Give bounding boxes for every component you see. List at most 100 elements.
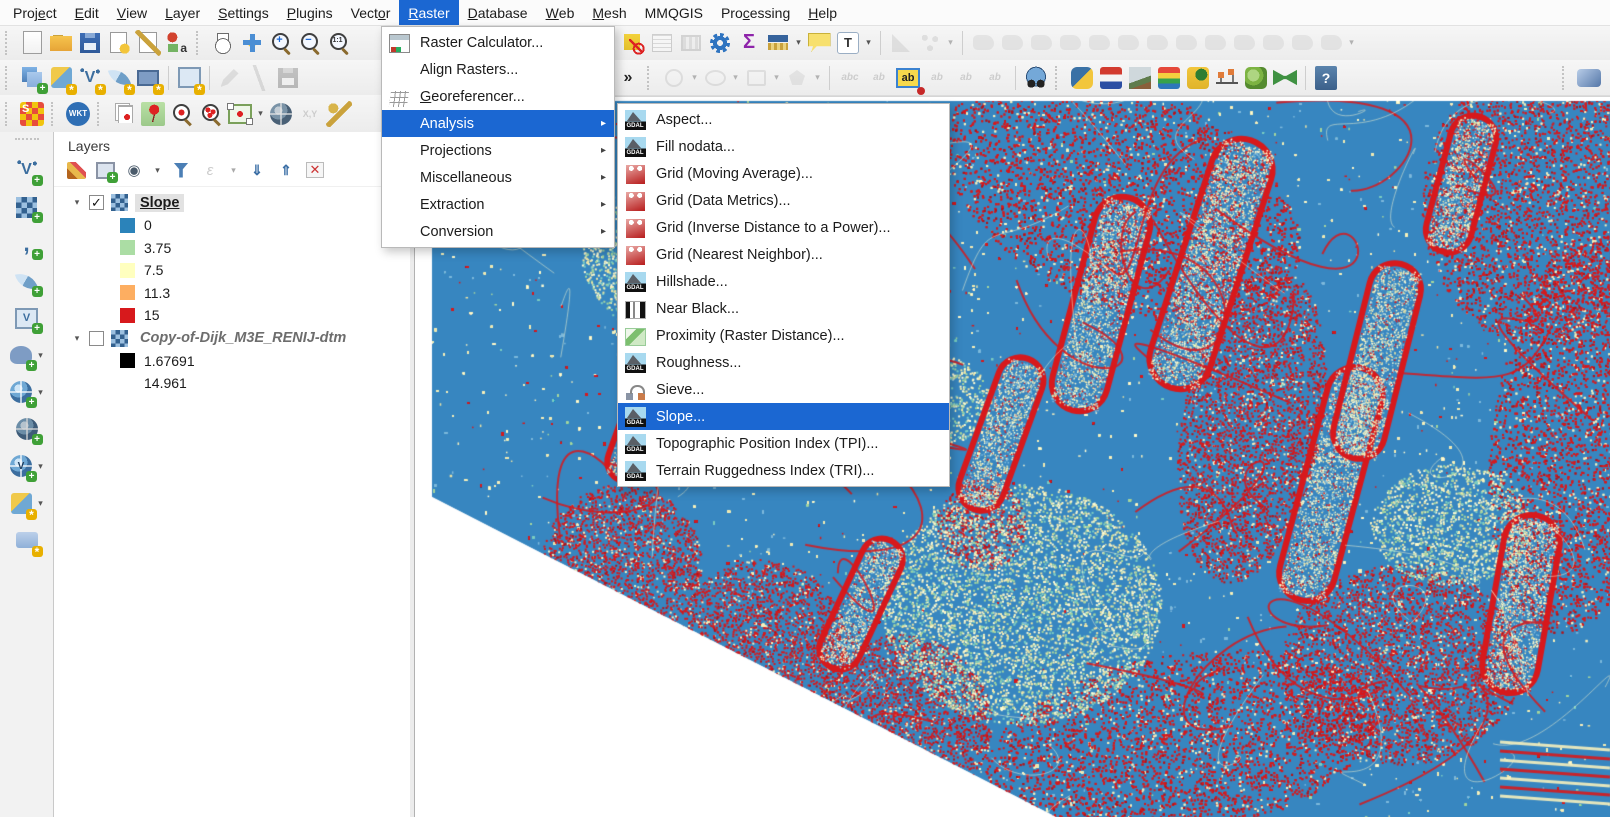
text-annotation-button[interactable]: T [835, 30, 861, 56]
conversions-button[interactable] [268, 101, 294, 127]
map-tips-button[interactable] [806, 30, 832, 56]
zoom-out-button[interactable]: − [297, 30, 323, 56]
help-button[interactable]: ? [1313, 65, 1339, 91]
menu-vector[interactable]: Vect o r [342, 0, 400, 25]
menu-edit[interactable]: Edit [66, 0, 108, 25]
pdok-services-button[interactable] [1098, 65, 1124, 91]
menu-item-near-black[interactable]: Near Black... [618, 295, 949, 322]
model-designer-button[interactable] [1272, 65, 1298, 91]
menu-plugins[interactable]: Plugins [278, 0, 342, 25]
postgis-dropdown-icon[interactable]: ▾ [36, 350, 45, 361]
expander-icon[interactable]: ▾ [70, 197, 84, 208]
annotation-dropdown-icon[interactable]: ▾ [864, 37, 873, 48]
plugin-builder-button[interactable] [1185, 65, 1211, 91]
menu-item-roughness[interactable]: GDAL Roughness... [618, 349, 949, 376]
menu-mesh[interactable]: Mesh [583, 0, 635, 25]
qgis2threejs-button[interactable] [1243, 65, 1269, 91]
toolbar-handle[interactable] [196, 30, 204, 55]
add-delimited-text-layer-button[interactable]: , [14, 231, 43, 260]
menu-item-tri[interactable]: GDAL Terrain Ruggedness Index (TRI)... [618, 457, 949, 484]
filter-legend-icon[interactable] [173, 162, 189, 178]
menu-item-fill-nodata[interactable]: GDAL Fill nodata... [618, 133, 949, 160]
menu-item-slope[interactable]: GDAL Slope... [618, 403, 949, 430]
menu-view[interactable]: View [108, 0, 156, 25]
latlon-settings-button[interactable] [326, 100, 352, 127]
extent-dropdown-icon[interactable]: ▾ [256, 108, 265, 119]
manage-map-themes-icon[interactable]: ◉ [124, 160, 144, 180]
new-shapefile-layer-button[interactable]: V [77, 64, 106, 95]
layer-row-dtm[interactable]: ▾ Copy-of-Dijk_M3E_RENIJ-dtm [54, 327, 410, 350]
toolbar-handle[interactable] [97, 101, 105, 126]
menu-item-grid-data-metrics[interactable]: Grid (Data Metrics)... [618, 187, 949, 214]
add-wms-layer-button[interactable] [8, 379, 37, 408]
open-layer-styling-icon[interactable] [66, 161, 86, 179]
menu-item-conversion[interactable]: Conversion ▸ [382, 218, 614, 245]
copy-canvas-extent-button[interactable] [227, 101, 253, 127]
save-project-button[interactable] [77, 29, 103, 56]
menu-raster[interactable]: Raster [399, 0, 459, 25]
layer-name[interactable]: Copy-of-Dijk_M3E_RENIJ-dtm [135, 329, 351, 347]
toolbar-handle[interactable] [5, 101, 13, 126]
add-virtual-layer-button[interactable]: V [14, 305, 43, 334]
add-group-icon[interactable] [95, 160, 118, 183]
statistical-summary-button[interactable]: Σ [736, 30, 762, 56]
layer-name[interactable]: Slope [135, 193, 185, 212]
menu-item-hillshade[interactable]: GDAL Hillshade... [618, 268, 949, 295]
menu-item-grid-moving-average[interactable]: Grid (Moving Average)... [618, 160, 949, 187]
processing-toolbox-button[interactable] [707, 30, 733, 56]
data-source-manager-button[interactable] [19, 64, 48, 94]
new-temporary-scratch-layer-button[interactable] [135, 65, 164, 95]
profile-tool-button[interactable] [1214, 64, 1240, 91]
themes-dropdown-icon[interactable]: ▾ [153, 165, 162, 176]
open-project-button[interactable] [48, 29, 74, 56]
zoom-to-coordinate-button[interactable] [169, 101, 195, 127]
menu-item-aspect[interactable]: GDAL Aspect... [618, 106, 949, 133]
gps-information-button[interactable] [1576, 65, 1602, 91]
collapse-all-icon[interactable]: ⇑ [276, 160, 296, 180]
pan-to-selection-button[interactable] [239, 29, 265, 56]
toolbar-handle[interactable] [1562, 65, 1570, 90]
toolbar-handle[interactable] [647, 65, 655, 90]
wms-dropdown-icon[interactable]: ▾ [36, 387, 45, 398]
expand-all-icon[interactable]: ⇓ [247, 160, 267, 180]
menu-web[interactable]: Web [537, 0, 584, 25]
menu-processing[interactable]: Pro c essing [712, 0, 799, 25]
menu-layer[interactable]: Layer [156, 0, 209, 25]
menu-item-sieve[interactable]: Sieve... [618, 376, 949, 403]
add-wfs-layer-button[interactable]: V [8, 453, 37, 482]
menu-item-analysis[interactable]: Analysis ▸ [382, 110, 614, 137]
lidar-tool-button[interactable] [1127, 65, 1153, 91]
measure-dropdown-icon[interactable]: ▾ [794, 37, 803, 48]
menu-item-georeferencer[interactable]: Georeferencer... [382, 83, 614, 110]
toolbar-overflow-button[interactable]: » [615, 65, 641, 91]
expander-icon[interactable]: ▾ [70, 333, 84, 344]
add-spatialite-layer-button[interactable] [14, 268, 43, 297]
layout-manager-button[interactable] [135, 29, 161, 56]
add-vector-layer-button[interactable]: V [13, 157, 43, 186]
toolbar-handle[interactable] [51, 101, 59, 126]
toolbar-handle[interactable] [5, 30, 13, 55]
mmqgis-button[interactable] [1156, 65, 1182, 91]
new-print-layout-button[interactable] [106, 29, 132, 56]
toolbar-handle[interactable] [1055, 65, 1063, 90]
add-postgis-layer-button[interactable] [8, 342, 37, 371]
add-wcs-layer-button[interactable] [14, 416, 43, 445]
zoom-native-button[interactable]: 1:1 [326, 30, 352, 56]
menu-item-raster-calculator[interactable]: Raster Calculator... [382, 29, 614, 56]
zoom-in-button[interactable]: + [268, 30, 294, 56]
python-console-button[interactable] [1069, 65, 1095, 91]
pan-map-button[interactable] [210, 29, 236, 56]
wfs-dropdown-icon[interactable]: ▾ [36, 461, 45, 472]
menu-mmqgis[interactable]: MMQGIS [636, 0, 712, 25]
layer-checkbox-checked[interactable]: ✓ [89, 195, 104, 210]
new-virtual-layer-button[interactable] [176, 65, 205, 95]
menu-item-proximity[interactable]: Proximity (Raster Distance)... [618, 322, 949, 349]
toolbar-handle[interactable] [5, 65, 13, 90]
menu-item-tpi[interactable]: GDAL Topographic Position Index (TPI)... [618, 430, 949, 457]
menu-database[interactable]: Database [459, 0, 537, 25]
layer-row-slope[interactable]: ▾ ✓ Slope [54, 191, 410, 214]
remove-layer-icon[interactable]: ✕ [306, 162, 324, 178]
add-raster-layer-button[interactable] [14, 194, 43, 223]
dock-drag-handle[interactable] [14, 138, 39, 146]
highlight-pinned-labels-button[interactable]: ab [895, 65, 921, 91]
